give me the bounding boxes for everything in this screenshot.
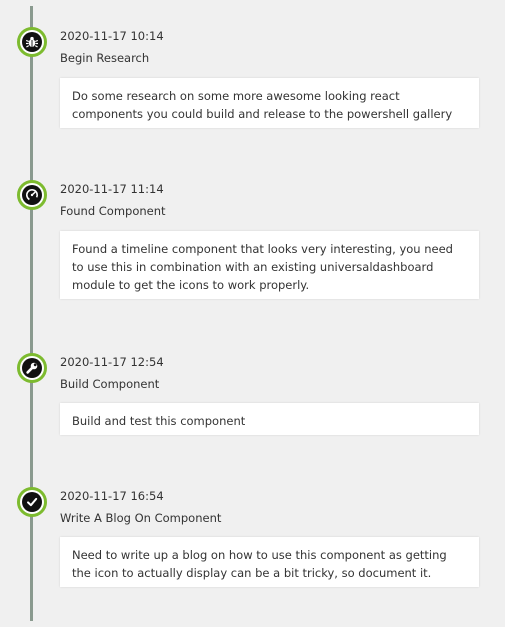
timeline-card-text: Found a timeline component that looks ve… xyxy=(72,242,453,292)
timeline-marker xyxy=(17,27,47,57)
timeline-card: Need to write up a blog on how to use th… xyxy=(60,537,479,587)
timeline-card: Found a timeline component that looks ve… xyxy=(60,231,479,299)
timeline: 2020-11-17 10:14 Begin Research Do some … xyxy=(0,0,505,627)
timeline-timestamp: 2020-11-17 10:14 xyxy=(60,29,164,43)
timeline-title: Write A Blog On Component xyxy=(60,511,222,525)
timeline-timestamp: 2020-11-17 16:54 xyxy=(60,489,164,503)
timeline-marker xyxy=(17,353,47,383)
timeline-card-text: Need to write up a blog on how to use th… xyxy=(72,548,447,580)
timeline-timestamp: 2020-11-17 12:54 xyxy=(60,355,164,369)
timeline-marker xyxy=(17,487,47,517)
gauge-icon xyxy=(26,189,38,201)
timeline-timestamp: 2020-11-17 11:14 xyxy=(60,182,164,196)
timeline-card: Do some research on some more awesome lo… xyxy=(60,78,479,128)
timeline-card-text: Build and test this component xyxy=(72,414,246,428)
timeline-title: Begin Research xyxy=(60,51,150,65)
timeline-marker xyxy=(17,180,47,210)
timeline-title: Build Component xyxy=(60,377,160,391)
timeline-title: Found Component xyxy=(60,204,166,218)
timeline-line xyxy=(30,6,33,621)
check-circle-icon xyxy=(27,497,38,507)
timeline-card-text: Do some research on some more awesome lo… xyxy=(72,89,453,121)
timeline-card: Build and test this component xyxy=(60,403,479,435)
bug-icon xyxy=(25,36,39,48)
wrench-icon xyxy=(26,362,38,374)
